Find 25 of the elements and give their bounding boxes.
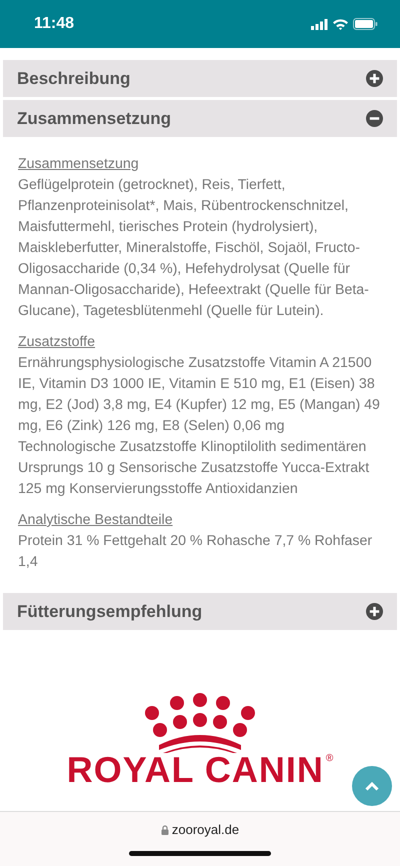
lock-icon xyxy=(160,824,169,834)
chevron-up-icon xyxy=(365,782,379,790)
section-text: Geflügelprotein (getrocknet), Reis, Tierfett, Pflanzenproteinisolat*, Mais, Rübentrockenschnitzel, Maisfuttermehl, tierisches Protein (hydrolysiert), Maiskleberfutter, Mineralstoffe, Fischöl, Sojaöl, Fructo-Oligosaccharide (0,34 %), Hefehydrolysat (Quelle für Mannan-Oligosaccharide), Hefeextrakt (Quelle für Beta-Glucane), Tagetesblütenmehl (Quelle für Lutein). xyxy=(18,176,370,321)
section-heading: Analytische Bestandteile xyxy=(18,511,173,530)
plus-circle-icon xyxy=(366,603,383,620)
section-heading: Zusatzstoffe xyxy=(18,333,96,352)
registered-mark: ® xyxy=(326,753,334,764)
section-text: Protein 31 % Fettgehalt 20 % Rohasche 7,7 % Rohfaser 1,4 xyxy=(18,532,374,572)
section-text: Ernährungsphysiologische Zusatzstoffe Vitamin A 21500 IE, Vitamin D3 1000 IE, Vitamin E 510 mg, E1 (Eisen) 38 mg, E2 (Jod) 3,8 mg, E4 (Kupfer) 12 mg, E5 (Mangan) 49 mg, E6 (Zink) 126 mg, E8 (Selen) 0,06 mg Technologische Zusatzstoffe Klinoptilolith sedimentären Ursprungs 10 g Sensorische Zusatzstoffe Yucca-Extrakt 125 mg Konservierungsstoffe Antioxidanzien xyxy=(18,354,381,499)
signal-icon xyxy=(311,18,328,30)
accordion-header[interactable]: Fütterungsempfehlung xyxy=(3,593,397,630)
wifi-icon xyxy=(333,18,348,30)
url-text[interactable]: zooroyal.de xyxy=(172,822,240,837)
accordion-title: Zusammensetzung xyxy=(17,108,171,128)
brand-logo-text: ROYAL CANIN xyxy=(66,753,324,787)
minus-circle-icon xyxy=(366,110,383,127)
plus-circle-icon xyxy=(366,70,383,87)
accordion-header[interactable]: Zusammensetzung xyxy=(3,100,397,137)
accordion-header[interactable]: Beschreibung xyxy=(3,60,397,97)
section-heading: Zusammensetzung xyxy=(18,155,139,174)
battery-icon xyxy=(353,18,378,30)
status-time: 11:48 xyxy=(34,15,74,33)
accordion-title: Beschreibung xyxy=(17,68,130,88)
scroll-to-top-button[interactable] xyxy=(352,766,392,806)
accordion-title: Fütterungsempfehlung xyxy=(17,602,202,622)
